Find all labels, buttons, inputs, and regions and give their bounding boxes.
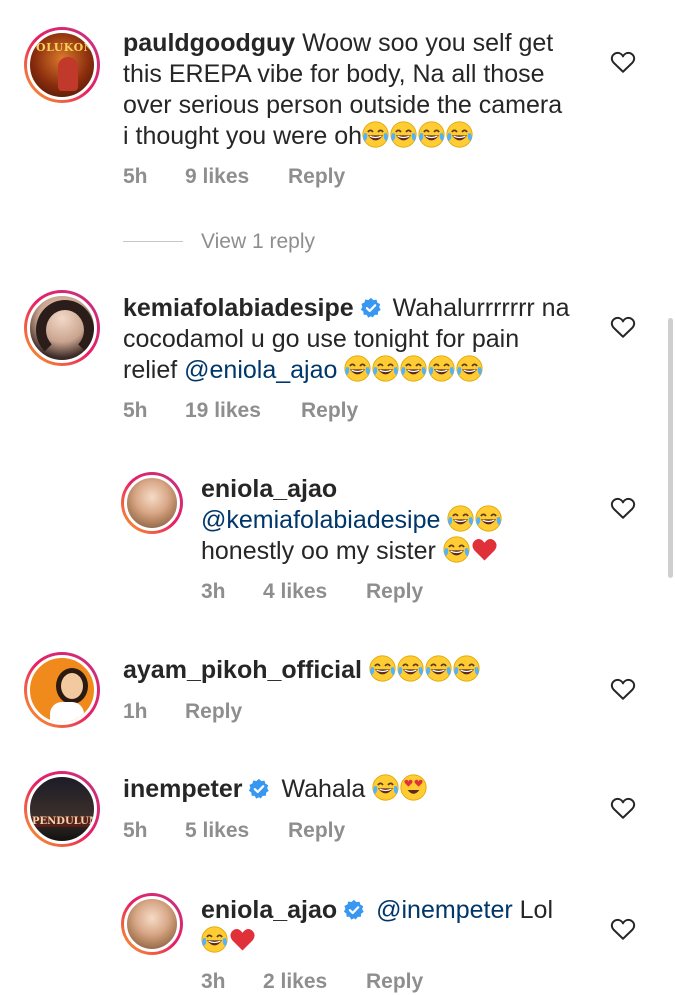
reply-button[interactable]: Reply (288, 819, 345, 843)
comment-username[interactable]: ayam_pikoh_official (123, 656, 362, 684)
laughing-emoji-icon (400, 355, 427, 382)
comment-time: 1h (123, 700, 148, 723)
comment-text-line: cocodamol u go use tonight for pain (123, 325, 520, 353)
verified-badge-icon (248, 778, 270, 800)
comment-likes[interactable]: 4 likes (263, 580, 327, 604)
comment-time: 3h (201, 580, 226, 603)
verified-badge-icon (360, 297, 382, 319)
comment-likes[interactable]: 9 likes (185, 165, 249, 189)
like-heart-icon[interactable] (610, 796, 636, 820)
laughing-emoji-icon (475, 505, 502, 532)
comment-body: kemiafolabiadesipe Wahalurrrrrrr na coco… (123, 293, 623, 386)
laughing-emoji-icon (362, 121, 389, 148)
comment-username[interactable]: pauldgoodguy (123, 29, 295, 57)
scrollbar[interactable] (668, 318, 673, 578)
comment-text-line: Woow soo you self get (302, 29, 554, 57)
comment-text-line: i thought you were oh (123, 122, 363, 150)
laughing-emoji-icon (446, 121, 473, 148)
comment-username[interactable]: eniola_ajao (201, 896, 337, 924)
laughing-emoji-icon (443, 536, 470, 563)
laughing-emoji-icon (344, 355, 371, 382)
comment-likes[interactable]: 5 likes (185, 819, 249, 843)
reply-button[interactable]: Reply (185, 700, 242, 724)
verified-badge-icon (343, 899, 365, 921)
heart-eyes-emoji-icon (400, 774, 427, 801)
comment-text-line: this EREPA vibe for body, Na all those (123, 60, 545, 88)
mention-link[interactable]: @kemiafolabiadesipe (201, 506, 440, 534)
divider-line (123, 241, 183, 242)
like-heart-icon[interactable] (610, 50, 636, 74)
laughing-emoji-icon (456, 355, 483, 382)
comment-time: 5h (123, 819, 148, 842)
comment-time: 3h (201, 970, 226, 993)
avatar[interactable]: PENDULUM (24, 771, 100, 847)
laughing-emoji-icon (369, 655, 396, 682)
comment-time: 5h (123, 399, 148, 422)
comment-username[interactable]: inempeter (123, 775, 242, 803)
comment-body: eniola_ajao @kemiafolabiadesipe honestly… (201, 474, 621, 567)
avatar[interactable] (121, 472, 183, 534)
red-heart-emoji-icon (229, 926, 256, 953)
like-heart-icon[interactable] (610, 315, 636, 339)
avatar[interactable] (121, 893, 183, 955)
laughing-emoji-icon (425, 655, 452, 682)
comment-text-line: Wahalurrrrrrr na (392, 294, 570, 322)
laughing-emoji-icon (447, 505, 474, 532)
comment-text-line: honestly oo my sister (201, 537, 436, 565)
comment-likes[interactable]: 2 likes (263, 970, 327, 994)
laughing-emoji-icon (453, 655, 480, 682)
avatar[interactable] (24, 652, 100, 728)
laughing-emoji-icon (397, 655, 424, 682)
comment-body: eniola_ajao @inempeter Lol (201, 895, 621, 957)
like-heart-icon[interactable] (610, 677, 636, 701)
comment-body: ayam_pikoh_official (123, 655, 623, 686)
avatar[interactable]: OLUKON (24, 27, 100, 103)
laughing-emoji-icon (418, 121, 445, 148)
comment-body: inempeter Wahala (123, 774, 623, 805)
comment-text-line: over serious person outside the camera (123, 91, 563, 119)
comment-text-line: Lol (519, 896, 554, 924)
reply-button[interactable]: Reply (288, 165, 345, 189)
comment-time: 5h (123, 165, 148, 188)
comment-likes[interactable]: 19 likes (185, 399, 261, 423)
comment-username[interactable]: kemiafolabiadesipe (123, 294, 354, 322)
mention-link[interactable]: @inempeter (376, 896, 513, 924)
avatar-caption: PENDULUM (32, 816, 97, 827)
avatar[interactable] (24, 290, 100, 366)
laughing-emoji-icon (390, 121, 417, 148)
view-replies-label: View 1 reply (201, 230, 316, 253)
reply-button[interactable]: Reply (366, 970, 423, 994)
comment-text-line: relief (123, 356, 178, 384)
laughing-emoji-icon (201, 926, 228, 953)
red-heart-emoji-icon (471, 536, 498, 563)
comment-body: pauldgoodguy Woow soo you self get this … (123, 28, 623, 152)
mention-link[interactable]: @eniola_ajao (184, 356, 337, 384)
laughing-emoji-icon (372, 774, 399, 801)
like-heart-icon[interactable] (610, 917, 636, 941)
like-heart-icon[interactable] (610, 496, 636, 520)
comment-username[interactable]: eniola_ajao (201, 475, 337, 503)
avatar-caption: OLUKON (36, 41, 95, 54)
laughing-emoji-icon (428, 355, 455, 382)
laughing-emoji-icon (372, 355, 399, 382)
comment-text-line: Wahala (281, 775, 366, 803)
reply-button[interactable]: Reply (366, 580, 423, 604)
reply-button[interactable]: Reply (301, 399, 358, 423)
